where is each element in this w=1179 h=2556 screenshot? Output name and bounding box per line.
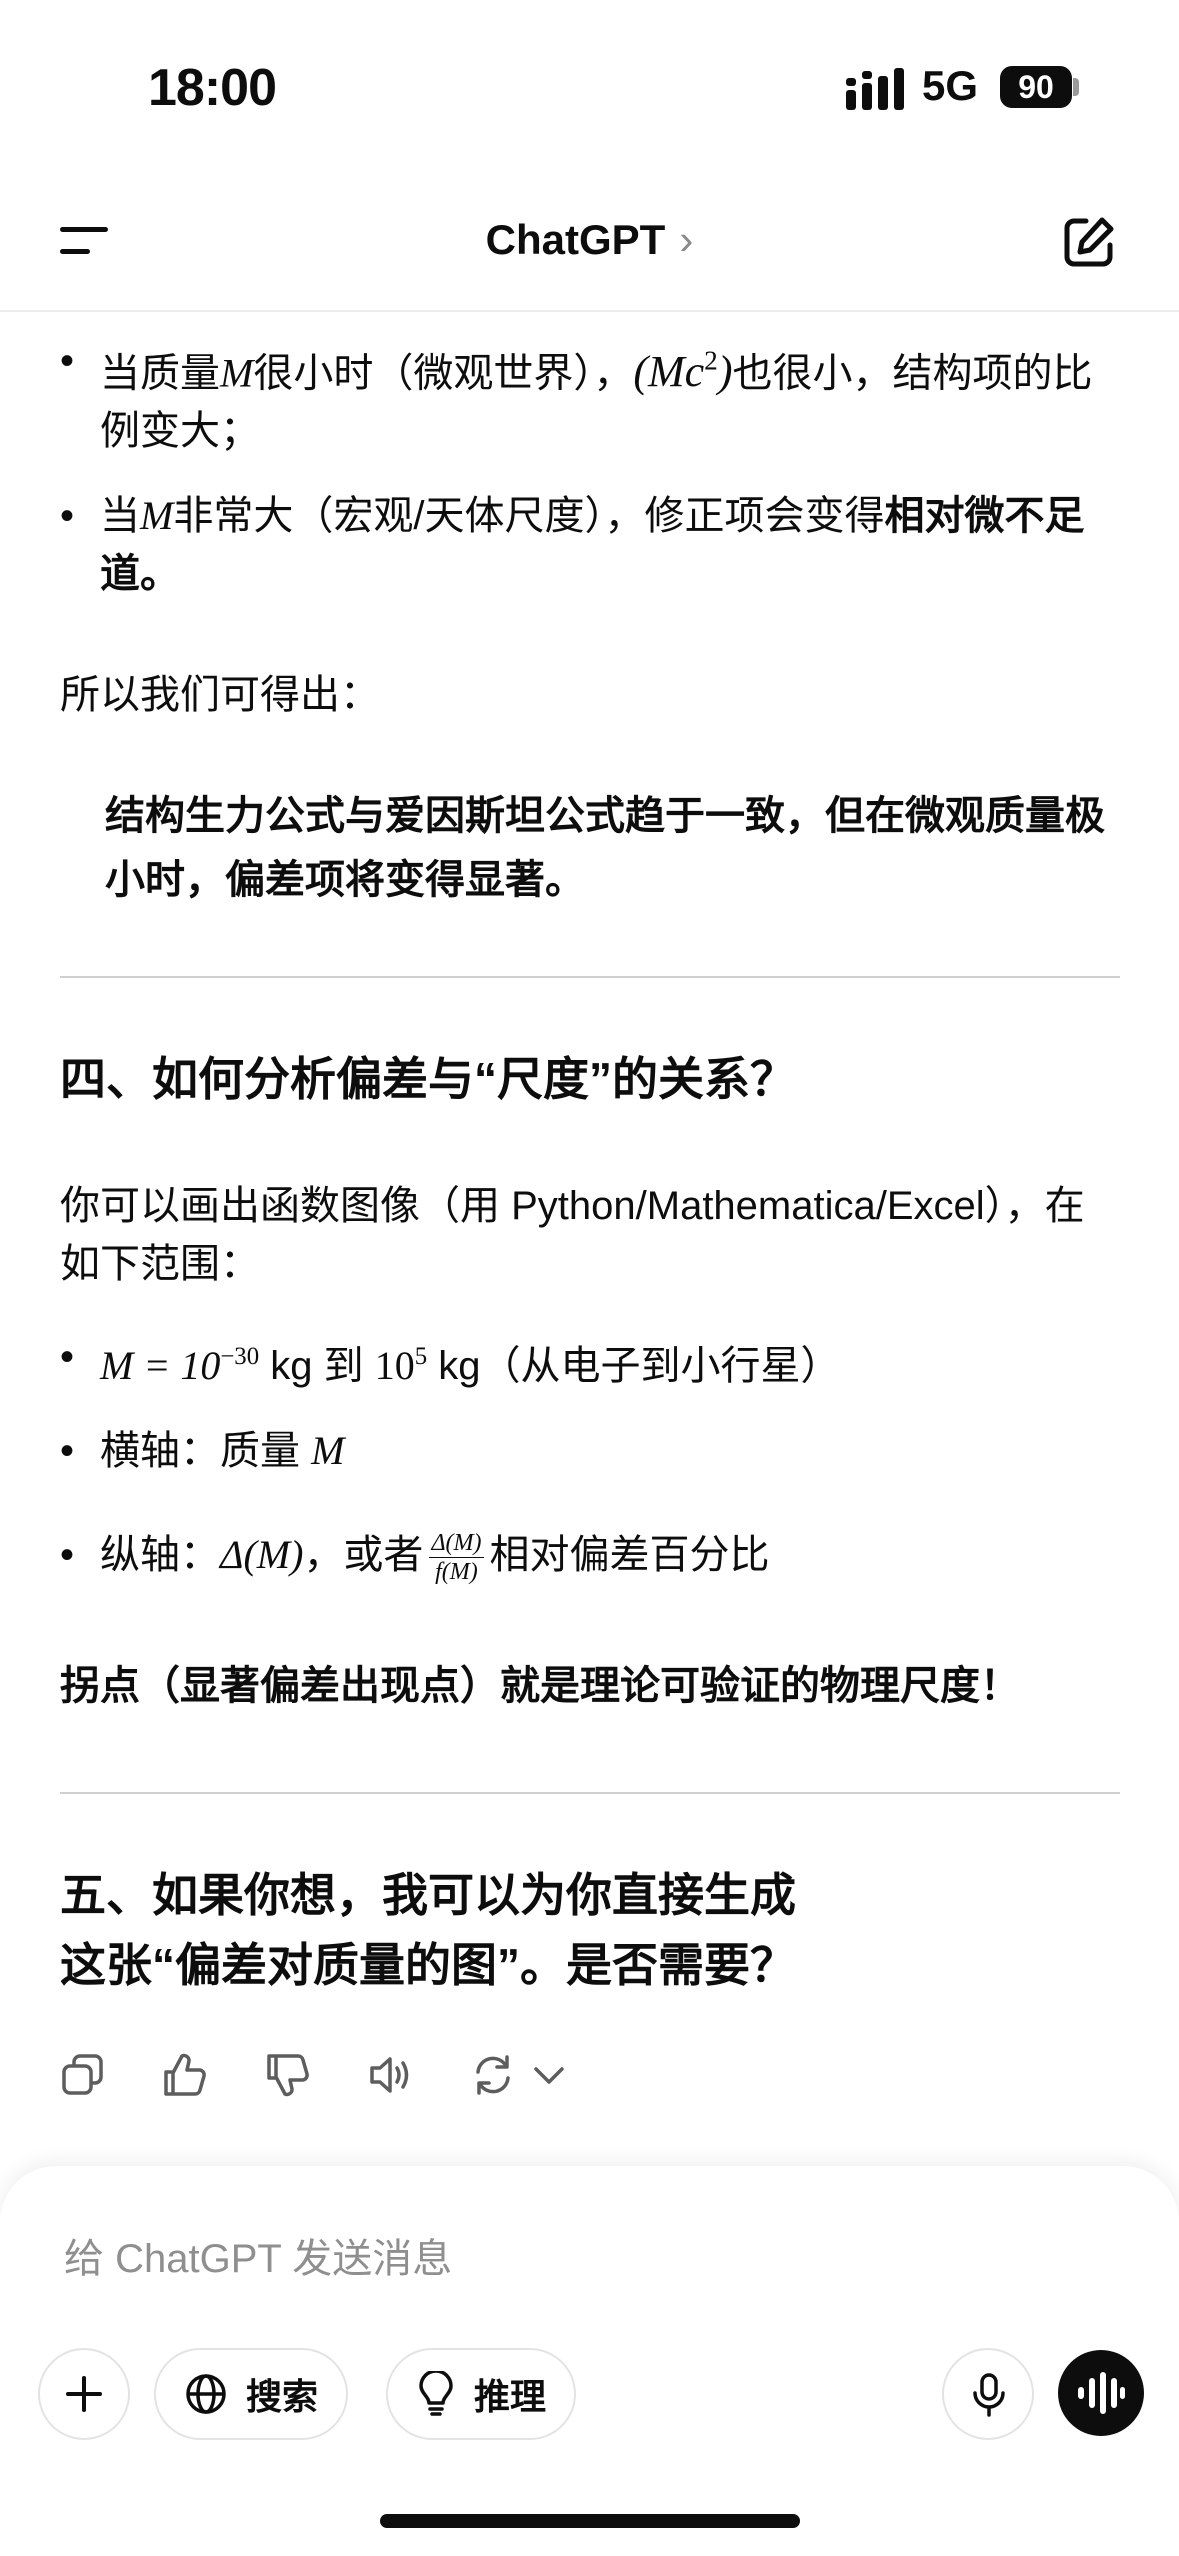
fraction: Δ(M) f(M): [429, 1529, 484, 1585]
message-input[interactable]: 给 ChatGPT 发送消息: [64, 2226, 452, 2284]
conclusion-intro: 所以我们可得出：: [60, 673, 380, 717]
voice-waveform-icon: [1078, 2372, 1125, 2414]
chevron-right-icon: ›: [679, 216, 694, 263]
signal-bars-icon: [846, 68, 904, 110]
read-aloud-icon[interactable]: [368, 2052, 414, 2098]
model-selector[interactable]: ChatGPT ›: [0, 216, 1179, 264]
section-heading: 五、如果你想，我可以为你直接生成 这张“偏差对质量的图”。是否需要？: [60, 1869, 796, 1991]
battery-level: 90: [1018, 69, 1054, 105]
home-indicator: [380, 2514, 800, 2528]
divider: [60, 976, 1120, 978]
globe-icon: [186, 2374, 226, 2414]
thumbs-down-icon[interactable]: [265, 2052, 311, 2098]
status-time: 18:00: [148, 59, 277, 117]
voice-mode-button[interactable]: [1058, 2350, 1144, 2436]
section-heading: 四、如何分析偏差与“尺度”的关系？: [60, 1053, 796, 1105]
bullet-dot: •: [60, 1429, 75, 1473]
list-item-text: 当质量M很小时（微观世界），(Mc2)也很小，结构项的比例变大；: [100, 346, 1093, 454]
microphone-icon: [973, 2373, 1005, 2417]
app-title: ChatGPT: [485, 216, 666, 263]
plus-icon: [66, 2376, 102, 2412]
list-item: • 纵轴：Δ(M)，或者 Δ(M) f(M) 相对偏差百分比: [60, 1512, 1120, 1598]
section-intro: 你可以画出函数图像（用 Python/Mathematica/Excel），在如…: [60, 1184, 1085, 1286]
list-item: • M = 10−30 kg 到 105 kg（从电子到小行星）: [60, 1328, 1120, 1395]
inflection-note: 拐点（显著偏差出现点）就是理论可验证的物理尺度！: [60, 1664, 1020, 1708]
list-item: • 当M非常大（宏观/天体尺度），修正项会变得相对微不足道。: [60, 487, 1120, 603]
battery-icon: 90: [1000, 66, 1072, 108]
battery-nub: [1073, 78, 1079, 96]
dictate-button[interactable]: [942, 2348, 1034, 2440]
bullet-dot: •: [60, 339, 75, 383]
list-item-text: 横轴：质量 M: [100, 1428, 345, 1473]
list-item: • 当质量M很小时（微观世界），(Mc2)也很小，结构项的比例变大；: [60, 332, 1120, 460]
add-attachment-button[interactable]: [38, 2348, 130, 2440]
conclusion-quote: 结构生力公式与爱因斯坦公式趋于一致，但在微观质量极小时，偏差项将变得显著。: [105, 794, 1105, 902]
regenerate-icon[interactable]: [470, 2052, 516, 2098]
bullet-dot: •: [60, 494, 75, 538]
list-item-text: 当M非常大（宏观/天体尺度），修正项会变得相对微不足道。: [100, 493, 1085, 596]
reason-button[interactable]: 推理: [386, 2348, 577, 2440]
copy-icon[interactable]: [60, 2052, 106, 2098]
search-label: 搜索: [246, 2376, 319, 2417]
reason-label: 推理: [474, 2376, 547, 2417]
list-item-text: M = 10−30 kg 到 105 kg（从电子到小行星）: [100, 1342, 841, 1388]
app-header: ChatGPT ›: [0, 170, 1179, 312]
chevron-down-icon[interactable]: [526, 2052, 572, 2098]
thumbs-up-icon[interactable]: [162, 2052, 208, 2098]
status-bar: 18:00 5G 90: [0, 0, 1179, 170]
bullet-dot: •: [60, 1533, 75, 1577]
list-item-text: 纵轴：Δ(M)，或者 Δ(M) f(M) 相对偏差百分比: [100, 1529, 770, 1585]
lightbulb-icon: [419, 2371, 453, 2416]
chat-message: • 当质量M很小时（微观世界），(Mc2)也很小，结构项的比例变大； • 当M非…: [0, 312, 1179, 2192]
network-type: 5G: [922, 62, 979, 109]
list-item: • 横轴：质量 M: [60, 1422, 1120, 1480]
search-button[interactable]: 搜索: [154, 2348, 349, 2440]
new-chat-icon[interactable]: [1062, 215, 1116, 269]
bullet-dot: •: [60, 1335, 75, 1379]
divider: [60, 1792, 1120, 1794]
